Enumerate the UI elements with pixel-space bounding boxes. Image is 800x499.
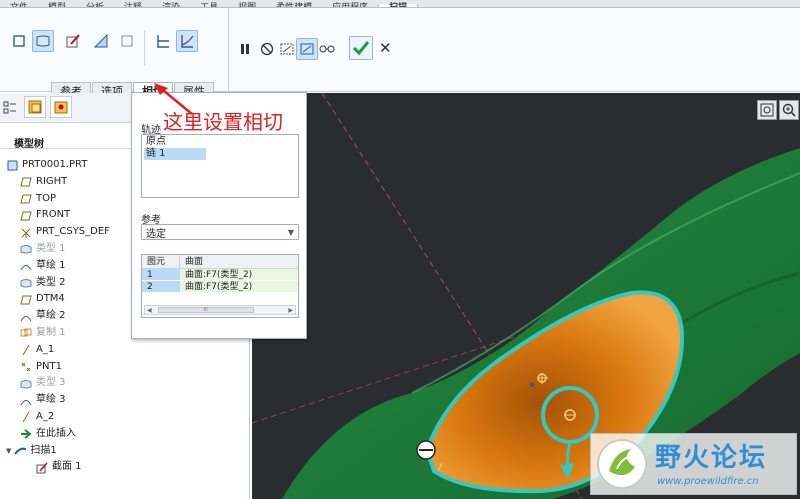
tree-item[interactable]: 截面 1 <box>6 459 246 476</box>
datum-plane-icon <box>20 294 32 305</box>
solid-icon[interactable] <box>8 30 30 52</box>
table-scrollbar[interactable]: ◀ III ▶ <box>144 305 296 315</box>
surface-icon <box>20 378 32 389</box>
tree-item-label: A_1 <box>36 343 55 355</box>
tree-item-label: 草绘 1 <box>36 259 66 271</box>
sweep-icon <box>14 445 27 456</box>
remove-material-icon[interactable] <box>116 30 138 52</box>
part-icon <box>6 160 18 171</box>
tree-item[interactable]: A_2 <box>6 409 246 426</box>
pause-icon[interactable] <box>234 38 256 60</box>
table-row[interactable]: 1 曲面:F7(类型_2) <box>142 269 298 281</box>
table-cell: 曲面:F7(类型_2) <box>185 282 253 292</box>
variable-section-icon[interactable] <box>176 30 198 52</box>
annotation-text: 这里设置相切 <box>163 110 283 134</box>
glasses-icon[interactable] <box>316 38 338 60</box>
thicken-icon[interactable] <box>90 30 112 52</box>
tree-item-label: 扫描1 <box>30 444 57 456</box>
tree-item-label: 类型 1 <box>36 242 66 254</box>
tree-item[interactable]: PNT1 <box>6 359 246 376</box>
tree-item[interactable]: ▼ 扫描1 <box>6 443 246 460</box>
tree-item-label: 复制 1 <box>36 326 66 338</box>
datum-plane-icon <box>20 193 32 204</box>
geometry-preview-icon[interactable] <box>296 38 318 60</box>
csys-icon <box>20 227 32 238</box>
tree-item-label: 类型 3 <box>36 377 66 389</box>
trajectory-list[interactable]: 原点链 1 <box>141 134 299 198</box>
zoom-in-icon[interactable] <box>779 100 799 120</box>
insert-arrow-icon <box>20 429 32 440</box>
tree-item[interactable]: 在此插入 <box>6 426 246 443</box>
constant-section-icon[interactable] <box>152 30 174 52</box>
cancel-button[interactable]: ✕ <box>379 40 393 56</box>
tree-item-label: 草绘 2 <box>36 310 66 322</box>
tree-item[interactable]: 草绘 3 <box>6 392 246 409</box>
tree-item-label: 类型 2 <box>36 276 66 288</box>
tree-item-label: 截面 1 <box>52 461 82 473</box>
watermark: 野火论坛 www.proewildfire.cn <box>590 433 797 495</box>
tree-item-label: FRONT <box>36 209 71 221</box>
surface-button[interactable] <box>32 30 54 52</box>
sketch-icon <box>20 395 32 406</box>
scroll-thumb[interactable]: III <box>157 307 254 313</box>
ribbon: ✕ 参考选项相切属性 <box>0 8 800 101</box>
tree-item-label: RIGHT <box>36 175 68 187</box>
table-row[interactable]: 2 曲面:F7(类型_2) <box>142 281 298 293</box>
scroll-left-icon[interactable]: ◀ <box>147 307 152 314</box>
section-icon <box>36 462 48 474</box>
checkmark-icon <box>352 41 370 56</box>
table-cell: 曲面:F7(类型_2) <box>185 270 253 280</box>
reference-value: 选定 <box>146 228 166 240</box>
point-icon <box>20 361 32 372</box>
surface-icon <box>20 244 32 255</box>
favorites-tab-icon[interactable] <box>50 96 72 118</box>
tree-item-label: PNT1 <box>36 360 62 372</box>
surface-icon <box>20 277 32 288</box>
tree-item-label: 在此插入 <box>36 427 76 439</box>
tree-item-label: DTM4 <box>36 293 65 305</box>
datum-plane-icon <box>20 177 32 188</box>
layer-tab-icon[interactable] <box>24 96 46 118</box>
axis-icon <box>20 412 32 423</box>
forum-logo-icon <box>597 439 647 489</box>
table-header-surface: 曲面 <box>185 257 204 267</box>
tree-tab-icon[interactable] <box>3 101 17 115</box>
sketch-icon <box>20 311 32 322</box>
scroll-right-icon[interactable]: ▶ <box>288 307 293 314</box>
table-header: 图元 曲面 <box>142 255 298 269</box>
watermark-url: www.proewildfire.cn <box>657 476 759 487</box>
expand-icon[interactable]: ▼ <box>6 443 11 460</box>
menu-bar: 文件 模型 分析 注释 渲染 工具 视图 柔性建模 应用程序 扫描 <box>0 0 800 8</box>
sketch-tool-icon[interactable] <box>62 30 84 52</box>
axis-icon <box>20 344 32 356</box>
trajectory-item[interactable]: 链 1 <box>144 148 206 160</box>
trajectory-item[interactable]: 原点 <box>144 136 296 148</box>
watermark-title: 野火论坛 <box>655 443 768 473</box>
datum-plane-icon <box>20 210 32 221</box>
tree-item-label: A_2 <box>36 410 55 422</box>
chevron-down-icon: ▼ <box>287 227 294 237</box>
tree-item-label: PRT_CSYS_DEF <box>36 226 110 238</box>
table-cell: 1 <box>142 269 180 280</box>
tree-item[interactable]: A_1 <box>6 342 246 359</box>
reference-select[interactable]: 选定 ▼ <box>141 224 299 240</box>
sketch-icon <box>20 261 32 272</box>
tangency-table[interactable]: 图元 曲面 1 曲面:F7(类型_2) 2 曲面:F7(类型_2) ◀ III ▶ <box>141 254 299 318</box>
attached-preview-icon[interactable] <box>276 38 298 60</box>
confirm-button[interactable] <box>349 36 373 60</box>
tree-item-label: TOP <box>36 192 57 204</box>
tree-item-label: PRT0001.PRT <box>22 159 88 170</box>
no-preview-icon[interactable] <box>256 38 278 60</box>
tree-item[interactable]: 类型 3 <box>6 375 246 392</box>
tree-item-label: 草绘 3 <box>36 394 66 406</box>
copy-icon <box>20 328 32 339</box>
table-header-element: 图元 <box>142 255 180 268</box>
table-cell: 2 <box>142 281 180 292</box>
refit-icon[interactable] <box>757 100 777 120</box>
